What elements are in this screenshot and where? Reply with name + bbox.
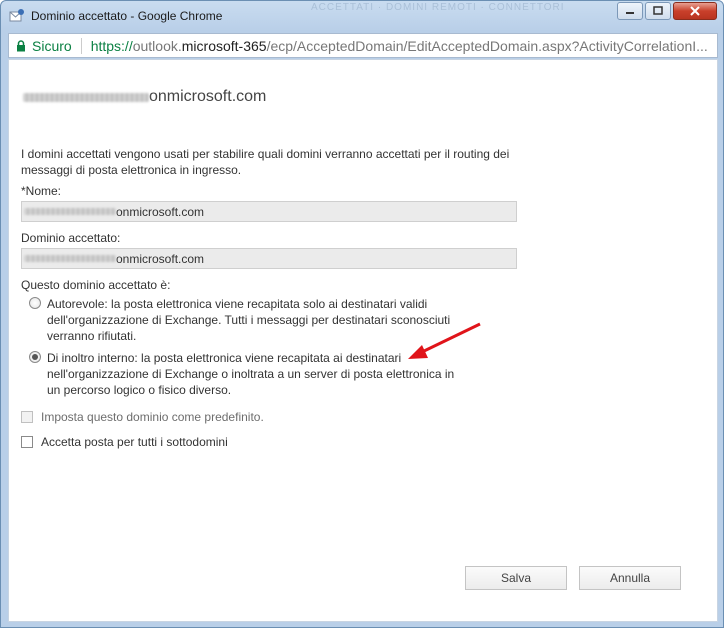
description: I domini accettati vengono usati per sta…	[21, 147, 510, 177]
window-title: Dominio accettato - Google Chrome	[31, 9, 223, 23]
window-controls	[617, 2, 717, 20]
radio-button[interactable]	[29, 297, 41, 309]
page-title: onmicrosoft.com	[23, 88, 266, 106]
url-protocol: https://	[90, 37, 133, 54]
save-button[interactable]: Salva	[465, 566, 567, 590]
domain-field[interactable]: onmicrosoft.com	[21, 248, 517, 269]
url-host-prefix: outlook.	[132, 37, 182, 54]
redacted-text	[24, 255, 116, 262]
page-icon	[9, 8, 25, 24]
checkbox-label: Imposta questo dominio come predefinito.	[41, 410, 264, 424]
name-value: onmicrosoft.com	[116, 204, 205, 219]
checkbox[interactable]	[21, 436, 33, 448]
maximize-icon	[653, 6, 663, 15]
domain-value: onmicrosoft.com	[116, 251, 205, 266]
default-domain-checkbox[interactable]: Imposta questo dominio come predefinito.	[21, 410, 264, 424]
minimize-icon	[626, 12, 634, 14]
minimize-button[interactable]	[617, 2, 643, 20]
name-label: *Nome:	[21, 184, 62, 198]
subdomains-checkbox[interactable]: Accetta posta per tutti i sottodomini	[21, 435, 228, 449]
maximize-button[interactable]	[645, 2, 671, 20]
lock-icon	[16, 39, 26, 52]
url-host: microsoft-365	[181, 37, 267, 54]
checkbox[interactable]	[21, 411, 33, 423]
divider	[80, 37, 82, 54]
close-button[interactable]	[673, 2, 717, 20]
domain-label: Dominio accettato:	[21, 231, 121, 245]
redacted-text	[24, 208, 116, 215]
dialog-content: onmicrosoft.com I domini accettati vengo…	[8, 59, 718, 622]
checkbox-label: Accetta posta per tutti i sottodomini	[41, 435, 228, 449]
page-title-text: onmicrosoft.com	[149, 88, 267, 105]
close-icon	[690, 6, 700, 16]
title-bar: Dominio accettato - Google Chrome ACCETT…	[1, 1, 723, 31]
browser-window: Dominio accettato - Google Chrome ACCETT…	[0, 0, 724, 628]
address-bar[interactable]: Sicuro https:// outlook. microsoft-365 /…	[8, 33, 718, 58]
annotation-arrow-icon	[408, 322, 481, 359]
name-field[interactable]: onmicrosoft.com	[21, 201, 517, 222]
domain-type-label: Questo dominio accettato è:	[21, 278, 171, 292]
redacted-text	[23, 92, 149, 102]
secure-label: Sicuro	[32, 37, 72, 54]
url-path: /ecp/AcceptedDomain/EditAcceptedDomain.a…	[266, 37, 708, 54]
radio-button-checked[interactable]	[29, 351, 41, 363]
background-tabs: ACCETTATI · DOMINI REMOTI · CONNETTORI	[311, 2, 565, 13]
cancel-button[interactable]: Annulla	[579, 566, 681, 590]
